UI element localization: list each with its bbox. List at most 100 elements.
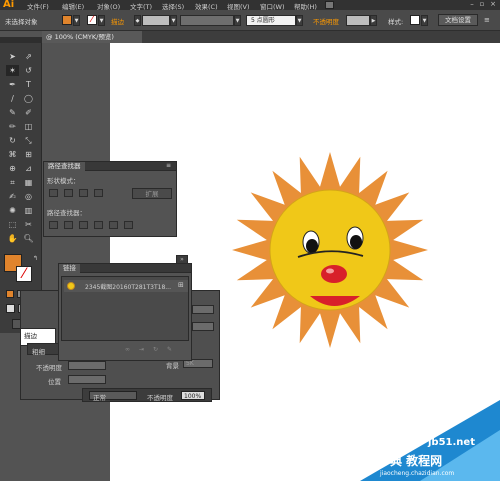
maximize-icon[interactable]: ▫ xyxy=(478,0,486,9)
sun-artwork[interactable] xyxy=(230,150,430,350)
width-tool-icon[interactable]: ⌘ xyxy=(6,149,19,160)
stroke-weight-field[interactable] xyxy=(142,15,170,26)
weight-row: 粗细 xyxy=(27,343,59,356)
variable-width-field[interactable] xyxy=(180,15,234,26)
layout-icon[interactable] xyxy=(325,1,334,9)
links-tab[interactable]: 链接 xyxy=(59,264,80,273)
magic-wand-tool-icon[interactable]: ✶ xyxy=(6,65,19,76)
pencil-tool-icon[interactable]: ✐ xyxy=(22,107,35,118)
outline-button[interactable] xyxy=(109,221,118,229)
go-to-link-icon[interactable]: ⇥ xyxy=(139,346,144,353)
watermark-title: 查字典 教程网 xyxy=(366,454,443,468)
gradient-tool-icon[interactable]: ▦ xyxy=(22,177,35,188)
ellipse-tool-icon[interactable]: ◯ xyxy=(22,93,35,104)
column-graph-tool-icon[interactable]: ▥ xyxy=(22,205,35,216)
paintbrush-tool-icon[interactable]: ✎ xyxy=(6,107,19,118)
minus-front-button[interactable] xyxy=(64,189,73,197)
document-setup-button[interactable]: 文档设置 xyxy=(438,14,478,26)
update-link-icon[interactable]: ↻ xyxy=(153,346,158,353)
selection-status: 未选择对象 xyxy=(5,18,38,26)
blob-brush-tool-icon[interactable]: ✏ xyxy=(6,121,19,132)
intersect-button[interactable] xyxy=(79,189,88,197)
line-tool-icon[interactable]: ∕ xyxy=(6,93,19,104)
stroke-label[interactable]: 描边 xyxy=(111,16,124,26)
opacity-field[interactable] xyxy=(346,15,370,26)
crop-button[interactable] xyxy=(94,221,103,229)
stroke-weight-stepper[interactable]: ◆ xyxy=(134,15,141,26)
app-logo: Ai xyxy=(3,0,15,10)
scale-tool-icon[interactable]: ⤡ xyxy=(22,135,35,146)
stroke-opacity-field[interactable] xyxy=(68,361,106,370)
transparency-opacity-label: 不透明度 xyxy=(147,394,173,402)
color-mode-icon[interactable] xyxy=(6,290,14,298)
direct-selection-tool-icon[interactable]: ⇗ xyxy=(22,51,35,62)
expand-button[interactable]: 扩展 xyxy=(132,188,172,199)
stroke-weight-dropdown-icon[interactable]: ▼ xyxy=(170,15,177,26)
blend-mode-value: 正常 xyxy=(93,394,106,402)
rotate-tool-icon[interactable]: ↻ xyxy=(6,135,19,146)
document-tab[interactable]: @ 100% (CMYK/预览) xyxy=(42,31,142,43)
pathfinder-menu-icon[interactable]: ≡ xyxy=(166,162,171,169)
link-file-name: 2345截图20160T281T3T18... xyxy=(85,284,171,291)
transparency-opacity-field[interactable]: 100% xyxy=(181,391,205,400)
link-status-icon: ⊞ xyxy=(178,281,184,289)
position-field[interactable] xyxy=(68,375,106,384)
edit-original-icon[interactable]: ✎ xyxy=(167,346,172,353)
selection-tool-icon[interactable]: ➤ xyxy=(6,51,19,62)
links-panel: 链接 2345截图20160T281T3T18... ⊞ ∞ ⇥ ↻ ✎ xyxy=(58,263,192,361)
variable-width-dropdown-icon[interactable]: ▼ xyxy=(234,15,241,26)
sun-face xyxy=(269,189,391,311)
right-pupil xyxy=(350,235,362,249)
right-field-1[interactable] xyxy=(192,305,214,314)
stroke-color-box[interactable]: ⁄ xyxy=(16,266,32,282)
tools-panel-header[interactable] xyxy=(0,37,42,43)
hand-tool-icon[interactable]: ✋ xyxy=(6,233,19,244)
link-row[interactable]: 2345截图20160T281T3T18... ⊞ xyxy=(64,280,188,292)
fill-dropdown-icon[interactable]: ▼ xyxy=(73,15,80,26)
pathfinder-tab[interactable]: 路径查找器 xyxy=(44,162,85,171)
brush-dropdown-icon[interactable]: ▼ xyxy=(296,15,303,26)
watermark-url: jiaocheng.chazidian.com xyxy=(380,470,455,477)
type-tool-icon[interactable]: T xyxy=(22,79,35,90)
shape-builder-tool-icon[interactable]: ⊕ xyxy=(6,163,19,174)
minimize-icon[interactable]: – xyxy=(468,0,476,9)
style-swatch[interactable] xyxy=(410,15,420,25)
swap-colors-icon[interactable]: ↰ xyxy=(33,255,38,262)
slice-tool-icon[interactable]: ✂ xyxy=(22,219,35,230)
blend-mode-select[interactable]: 正常 xyxy=(89,391,137,402)
right-field-2[interactable] xyxy=(192,322,214,331)
links-panel-header[interactable]: 链接 xyxy=(59,264,191,273)
relink-icon[interactable]: ∞ xyxy=(125,346,130,353)
minus-back-button[interactable] xyxy=(124,221,133,229)
mesh-tool-icon[interactable]: ⌗ xyxy=(6,177,19,188)
fill-swatch[interactable] xyxy=(62,15,72,25)
style-dropdown-icon[interactable]: ▼ xyxy=(421,15,428,26)
zoom-tool-icon[interactable]: 🔍︎ xyxy=(22,233,35,244)
opacity-label[interactable]: 不透明度 xyxy=(313,16,339,26)
merge-button[interactable] xyxy=(79,221,88,229)
unite-button[interactable] xyxy=(49,189,58,197)
lasso-tool-icon[interactable]: ↺ xyxy=(22,65,35,76)
brush-value: 5 点圆形 xyxy=(251,17,275,24)
perspective-grid-tool-icon[interactable]: ⊿ xyxy=(22,163,35,174)
transparency-row: 正常 不透明度 100% xyxy=(82,388,212,402)
blend-tool-icon[interactable]: ◎ xyxy=(22,191,35,202)
trim-button[interactable] xyxy=(64,221,73,229)
artboard-tool-icon[interactable]: ⬚ xyxy=(6,219,19,230)
brush-field[interactable]: 5 点圆形 xyxy=(246,15,296,26)
close-icon[interactable]: × xyxy=(489,0,497,9)
eraser-tool-icon[interactable]: ◫ xyxy=(22,121,35,132)
pen-tool-icon[interactable]: ✒ xyxy=(6,79,19,90)
pathfinder-panel-header[interactable]: 路径查找器 ≡ xyxy=(44,162,176,171)
symbol-sprayer-tool-icon[interactable]: ✺ xyxy=(6,205,19,216)
stroke-dropdown-icon[interactable]: ▼ xyxy=(98,15,105,26)
eyedropper-tool-icon[interactable]: ✍ xyxy=(6,191,19,202)
pathfinders-label: 路径查找器： xyxy=(47,209,86,217)
panel-menu-icon[interactable]: ≡ xyxy=(484,16,494,25)
stroke-swatch[interactable]: ⁄ xyxy=(87,15,97,25)
divide-button[interactable] xyxy=(49,221,58,229)
draw-normal-icon[interactable] xyxy=(6,304,15,313)
free-transform-tool-icon[interactable]: ⊞ xyxy=(22,149,35,160)
exclude-button[interactable] xyxy=(94,189,103,197)
opacity-dropdown-icon[interactable]: ▶ xyxy=(370,15,377,26)
